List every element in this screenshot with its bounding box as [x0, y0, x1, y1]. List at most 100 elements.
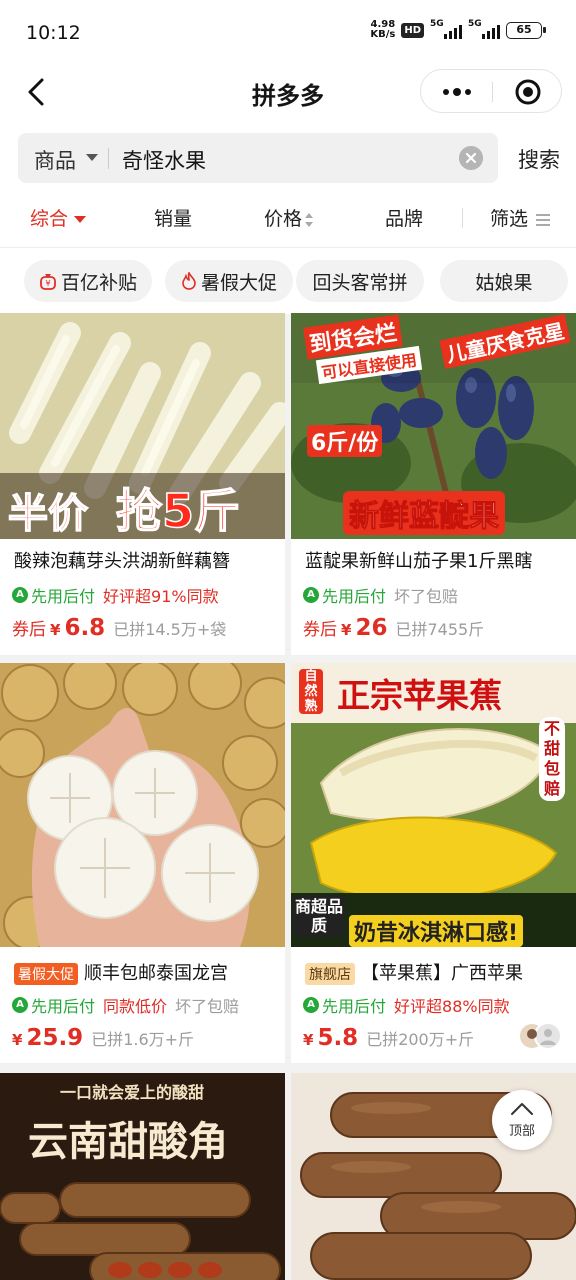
review-tag: 好评超91%同款 [103, 587, 219, 606]
sort-price[interactable]: 价格 [264, 204, 314, 231]
product-photo [0, 663, 285, 947]
image-text: 抢5斤 [115, 483, 241, 539]
tag-row: ¥ 百亿补贴 暑假大促 回头客常拼 姑娘果 [0, 248, 576, 314]
chip-label: 姑娘果 [475, 271, 533, 294]
low-price-tag: 同款低价 [103, 997, 168, 1016]
product-tags: A 先用后付 好评超91%同款 [12, 583, 219, 607]
search-divider [108, 148, 109, 169]
product-image[interactable]: 到货会烂 可以直接使用 儿童厌食克星 6斤/份 新鲜蓝靛果 [291, 313, 576, 539]
miniapp-capsule [420, 69, 562, 113]
search-box[interactable]: 商品 奇怪水果 [18, 133, 498, 183]
promo-badge: 暑假大促 [14, 963, 78, 985]
review-tag: 好评超88%同款 [394, 997, 510, 1016]
sort-brand[interactable]: 品牌 [385, 204, 423, 231]
product-tags: A 先用后付 坏了包赔 [303, 583, 458, 607]
price-value: 25.9 [26, 1025, 84, 1051]
back-to-top-label: 顶部 [508, 1124, 535, 1139]
nav-bar: 拼多多 [0, 64, 576, 120]
pay-later-icon: A [303, 587, 319, 603]
pay-later-tag: A 先用后付 [12, 583, 95, 607]
image-text: 不甜包赔 [539, 717, 565, 801]
pay-later-icon: A [12, 997, 28, 1013]
chip-label: 暑假大促 [200, 271, 277, 294]
image-text: 云南甜酸角 [28, 1118, 228, 1165]
flame-icon [182, 272, 196, 290]
image-text: 新鲜蓝靛果 [343, 491, 505, 535]
pay-later-label: 先用后付 [322, 997, 387, 1016]
sort-filter[interactable]: 筛选 [490, 204, 551, 231]
coupon-label: 券后 [303, 620, 337, 640]
back-to-top-button[interactable]: 顶部 [492, 1090, 552, 1150]
image-text: 6斤/份 [307, 425, 383, 457]
store-badge: 旗舰店 [305, 963, 355, 985]
product-card[interactable]: 一口就会爱上的酸甜 云南甜酸角 [0, 1073, 285, 1280]
status-icons: 4.98 KB/s HD 5G 5G 65 [370, 19, 546, 40]
search-input[interactable]: 奇怪水果 [122, 145, 206, 175]
sold-count: 已拼14.5万+袋 [113, 620, 227, 639]
signal-icon-2: 5G [468, 19, 500, 39]
currency-symbol: ¥ [12, 1031, 23, 1049]
money-bag-icon: ¥ [40, 274, 56, 290]
sort-label: 筛选 [490, 208, 529, 230]
sort-label: 综合 [30, 208, 69, 230]
product-tags: A 先用后付 好评超88%同款 [303, 993, 510, 1017]
caret-down-icon [74, 216, 87, 223]
svg-text:¥: ¥ [45, 279, 50, 288]
price-value: 6.8 [64, 615, 106, 641]
guarantee-tag: 坏了包赔 [175, 997, 240, 1016]
product-card[interactable]: 半价 抢5斤 酸辣泡藕芽头洪湖新鲜藕簪 A 先用后付 好评超91%同款 券后 ¥ … [0, 313, 285, 655]
image-text: 奶昔冰淇淋口感! [349, 915, 524, 947]
search-button[interactable]: 搜索 [518, 144, 560, 174]
clear-icon[interactable] [459, 146, 483, 170]
status-bar: 10:12 4.98 KB/s HD 5G 5G 65 [0, 0, 576, 64]
coupon-label: 券后 [12, 620, 46, 640]
net-label-2: 5G [468, 19, 482, 29]
sort-divider [462, 208, 463, 228]
product-tags: A 先用后付 同款低价 坏了包赔 [12, 993, 239, 1017]
product-card[interactable]: 自然熟 正宗苹果蕉 不甜包赔 商超品质 奶昔冰淇淋口感! 旗舰店 【苹果蕉】广西苹… [291, 663, 576, 1063]
image-text: 一口就会爱上的酸甜 [60, 1083, 205, 1102]
sort-comprehensive[interactable]: 综合 [30, 204, 87, 231]
sort-label: 销量 [154, 208, 193, 230]
sort-label: 品牌 [385, 208, 424, 230]
sort-sales[interactable]: 销量 [154, 204, 192, 231]
price-value: 26 [355, 615, 388, 641]
price-row: ¥ 25.9 已拼1.6万+斤 [12, 1025, 194, 1051]
image-text: 商超品质 [293, 895, 345, 937]
product-image[interactable] [0, 663, 285, 947]
search-row: 商品 奇怪水果 搜索 [0, 120, 576, 190]
product-image[interactable]: 一口就会爱上的酸甜 云南甜酸角 [0, 1073, 285, 1280]
chip-subsidy[interactable]: ¥ 百亿补贴 [24, 260, 152, 302]
product-photo [0, 1073, 285, 1280]
product-card[interactable]: 暑假大促 顺丰包邮泰国龙宫 A 先用后付 同款低价 坏了包赔 ¥ 25.9 已拼1.… [0, 663, 285, 1063]
chip-label: 回头客常拼 [312, 271, 408, 294]
guarantee-tag: 坏了包赔 [394, 587, 459, 606]
sold-count: 已拼7455斤 [395, 620, 485, 639]
product-name-text: 顺丰包邮泰国龙宫 [84, 963, 228, 984]
currency-symbol: ¥ [303, 1031, 314, 1049]
network-speed: 4.98 KB/s [370, 20, 395, 40]
sold-count: 已拼1.6万+斤 [91, 1030, 195, 1049]
currency-symbol: ¥ [50, 621, 61, 639]
search-category[interactable]: 商品 [34, 145, 76, 175]
image-text: 自然熟 [299, 669, 323, 714]
product-image[interactable]: 自然熟 正宗苹果蕉 不甜包赔 商超品质 奶昔冰淇淋口感! [291, 663, 576, 947]
image-text: 半价 [7, 490, 89, 538]
capsule-divider [492, 82, 493, 102]
sort-label: 价格 [264, 208, 303, 230]
speed-unit: KB/s [370, 29, 396, 40]
more-icon[interactable] [441, 84, 473, 100]
product-name: 旗舰店 【苹果蕉】广西苹果 [305, 959, 569, 985]
chevron-down-icon [86, 154, 98, 161]
product-image[interactable]: 半价 抢5斤 [0, 313, 285, 539]
product-card[interactable]: 到货会烂 可以直接使用 儿童厌食克星 6斤/份 新鲜蓝靛果 蓝靛果新鲜山茄子果1… [291, 313, 576, 655]
close-miniapp-icon[interactable] [515, 79, 541, 105]
sort-arrows-icon [305, 212, 314, 227]
pay-later-tag: A 先用后付 [303, 583, 386, 607]
image-text: 正宗苹果蕉 [337, 676, 502, 715]
chip-summer-sale[interactable]: 暑假大促 [165, 260, 293, 302]
chip-repeat-buy[interactable]: 回头客常拼 [296, 260, 424, 302]
signal-icon: 5G [430, 19, 462, 39]
chip-goldenberry[interactable]: 姑娘果 [440, 260, 568, 302]
price-row: ¥ 5.8 已拼200万+斤 [303, 1025, 474, 1051]
